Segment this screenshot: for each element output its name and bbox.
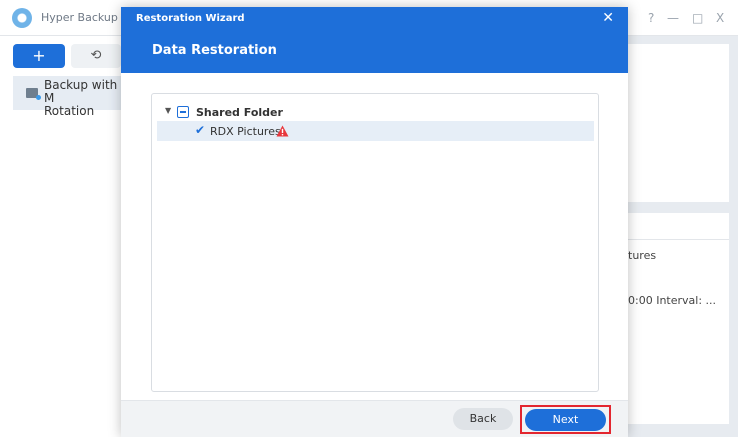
next-button[interactable]: Next: [525, 409, 606, 431]
help-icon[interactable]: ?: [648, 11, 654, 25]
task-detail-panel: [628, 213, 729, 424]
wizard-header: Restoration Wizard ✕ Data Restoration: [121, 7, 628, 73]
close-window-icon[interactable]: X: [716, 11, 724, 25]
caret-down-icon[interactable]: ▼: [165, 105, 171, 117]
task-label: Backup with M Rotation: [44, 79, 118, 118]
checkmark-icon[interactable]: ✔: [195, 123, 205, 137]
restoration-wizard-dialog: Restoration Wizard ✕ Data Restoration ▼ …: [121, 7, 628, 437]
folder-tree: ▼ Shared Folder ✔ RDX Pictures: [151, 93, 599, 392]
detail-panel-header: [628, 213, 729, 240]
task-list-item[interactable]: Backup with M Rotation: [13, 76, 122, 118]
detail-schedule-text: 0:00 Interval: ...: [628, 294, 717, 307]
task-summary-panel: [628, 44, 729, 202]
close-icon[interactable]: ✕: [602, 10, 614, 26]
tree-root-row[interactable]: ▼ Shared Folder: [157, 102, 594, 122]
partial-checkbox[interactable]: [177, 106, 189, 118]
warning-icon: [276, 125, 289, 137]
back-button[interactable]: Back: [453, 408, 513, 430]
shared-folder-label: Shared Folder: [196, 106, 283, 119]
detail-source-text: tures: [628, 249, 657, 262]
maximize-icon[interactable]: □: [692, 11, 703, 25]
hyper-backup-logo-icon: [12, 8, 32, 28]
wizard-footer: Back Next: [121, 400, 628, 437]
backup-task-icon: [26, 88, 41, 100]
add-task-button[interactable]: +: [13, 44, 65, 68]
wizard-step-heading: Data Restoration: [152, 43, 277, 58]
restore-history-button[interactable]: ⟲: [71, 44, 121, 68]
wizard-window-title: Restoration Wizard: [136, 13, 245, 24]
app-title: Hyper Backup: [41, 11, 118, 24]
tree-item-row[interactable]: ✔ RDX Pictures: [157, 121, 594, 141]
tree-item-label: RDX Pictures: [210, 125, 281, 138]
minimize-icon[interactable]: —: [667, 11, 679, 25]
